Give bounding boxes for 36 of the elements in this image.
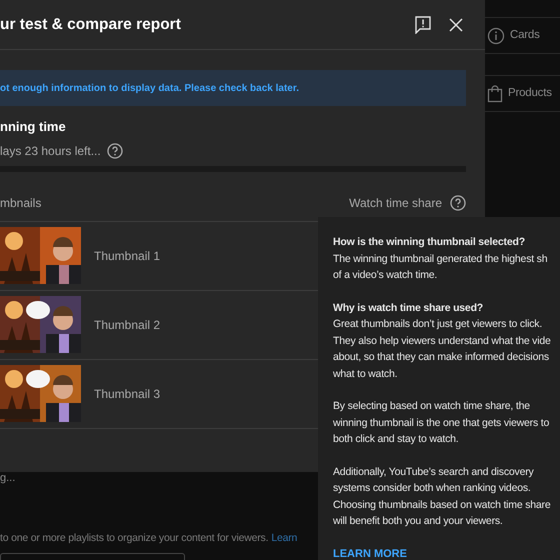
tooltip-text: The winning thumbnail generated the highest sh <box>333 252 548 266</box>
help-icon[interactable] <box>450 194 466 210</box>
tooltip-text: both click and stay to watch. <box>333 432 459 447</box>
tooltip-text: Additionally, YouTube’s search and discovery <box>333 464 534 480</box>
close-icon[interactable] <box>449 18 463 32</box>
hint-text: to one or more playlists to organize your content for viewers. <box>0 531 268 546</box>
info-icon <box>487 26 505 44</box>
tooltip-text: By selecting based on watch time share, the <box>333 399 530 414</box>
help-icon[interactable] <box>106 142 123 158</box>
tooltip-heading: How is the winning thumbnail selected? <box>333 235 525 250</box>
section-heading: nning time <box>0 118 67 136</box>
tooltip-text: of a video’s watch time. <box>333 268 438 283</box>
feedback-icon[interactable] <box>415 16 431 34</box>
status-text: g... <box>0 471 16 486</box>
panel-item-label[interactable]: Products <box>508 84 552 102</box>
time-remaining: lays 23 hours left... <box>0 142 101 160</box>
thumbnail-label: Thumbnail 1 <box>94 248 160 264</box>
thumbnail-label: Thumbnail 2 <box>94 316 160 334</box>
notice-text: ot enough information to display data. Please check back later. <box>0 82 299 96</box>
tooltip-text: Great thumbnails don’t just get viewers to click. <box>333 317 542 332</box>
tooltip-text: about, so that they can make informed decisions <box>333 350 549 365</box>
tooltip-text: They also help viewers understand what the vide <box>333 334 551 348</box>
tooltip-text: what to watch. <box>333 366 398 382</box>
panel-item-label[interactable]: Cards <box>510 26 540 44</box>
tooltip-text: Choosing thumbnails based on watch time share <box>333 498 550 512</box>
learn-link[interactable]: Learn <box>271 531 298 547</box>
tooltip-text: winning thumbnail is the one that gets viewers to <box>333 416 550 430</box>
tooltip-heading: Why is watch time share used? <box>333 300 483 316</box>
thumbnail-label: Thumbnail 3 <box>94 386 160 402</box>
column-header: mbnails <box>0 194 42 212</box>
dialog-title: ur test & compare report <box>0 14 181 35</box>
learn-more-link[interactable]: LEARN MORE <box>333 546 407 560</box>
column-header: Watch time share <box>349 194 442 212</box>
tooltip-text: systems consider both when ranking videos. <box>333 481 531 496</box>
tooltip-text: will benefit both you and your viewers. <box>333 514 503 529</box>
shopping-bag-icon <box>487 84 503 102</box>
